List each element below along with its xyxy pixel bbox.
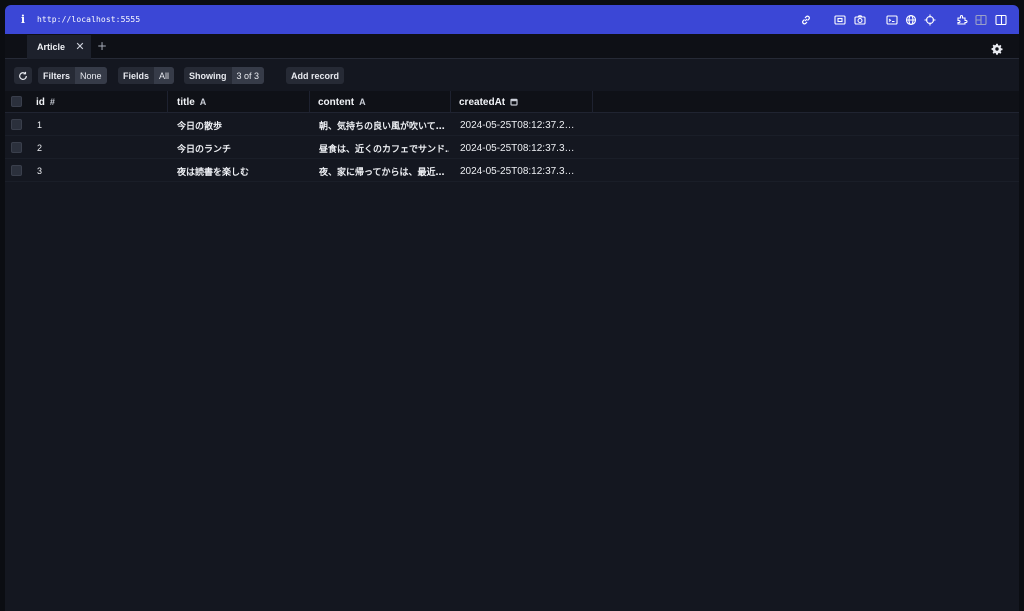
table-row[interactable]: 3 夜は読書を楽しむ 夜、家に帰ってからは、最近… 2024-05-25T08:… xyxy=(5,160,1019,182)
showing-value: 3 of 3 xyxy=(231,67,265,84)
column-header-id[interactable]: id # xyxy=(36,91,166,113)
screenshot-area-icon[interactable] xyxy=(833,13,846,26)
cell-createdat[interactable]: 2024-05-25T08:12:37.3… xyxy=(460,137,590,159)
address-bar: i http://localhost:5555 xyxy=(5,5,1019,34)
column-name: createdAt xyxy=(459,96,506,108)
gear-icon[interactable] xyxy=(991,40,1004,55)
cell-createdat[interactable]: 2024-05-25T08:12:37.2… xyxy=(460,114,590,136)
row-checkbox[interactable] xyxy=(11,142,22,153)
tab-label: Article xyxy=(37,42,66,52)
add-record-label: Add record xyxy=(291,70,340,81)
calendar-icon xyxy=(510,98,518,106)
cell-title[interactable]: 今日の散歩 xyxy=(177,114,307,136)
cell-title[interactable]: 夜は読書を楽しむ xyxy=(177,160,307,182)
showing-button[interactable]: Showing 3 of 3 xyxy=(184,67,265,84)
layout-grid-icon[interactable] xyxy=(974,13,987,26)
table-header: id # title A content A createdAt xyxy=(5,91,1019,113)
tab-article[interactable]: Article ✕ xyxy=(27,35,91,59)
cell-createdat[interactable]: 2024-05-25T08:12:37.3… xyxy=(460,160,590,182)
filters-label: Filters xyxy=(43,70,71,81)
refresh-button[interactable] xyxy=(14,67,32,84)
url-text[interactable]: http://localhost:5555 xyxy=(37,15,140,24)
column-divider[interactable] xyxy=(309,91,310,113)
extension-icon[interactable] xyxy=(955,13,968,26)
column-header-title[interactable]: title A xyxy=(177,91,307,113)
fields-value: All xyxy=(154,67,175,84)
fields-label: Fields xyxy=(123,70,150,81)
close-icon[interactable]: ✕ xyxy=(74,41,86,53)
column-name: content xyxy=(318,96,355,108)
column-divider[interactable] xyxy=(592,91,593,113)
cell-title[interactable]: 今日のランチ xyxy=(177,137,307,159)
filters-value: None xyxy=(75,67,107,84)
text-type-icon: A xyxy=(199,97,207,107)
column-divider[interactable] xyxy=(167,91,168,113)
sidebar-toggle-icon[interactable] xyxy=(994,13,1007,26)
table-row[interactable]: 1 今日の散歩 朝、気持ちの良い風が吹いて… 2024-05-25T08:12:… xyxy=(5,114,1019,136)
cell-content[interactable]: 夜、家に帰ってからは、最近… xyxy=(319,160,449,182)
cell-id[interactable]: 1 xyxy=(37,114,165,136)
cell-id[interactable]: 3 xyxy=(37,160,165,182)
fields-button[interactable]: Fields All xyxy=(118,67,175,84)
camera-icon[interactable] xyxy=(853,13,866,26)
tab-strip: Article ✕ + xyxy=(5,34,1019,59)
link-icon[interactable] xyxy=(799,13,812,26)
refresh-icon xyxy=(19,71,27,80)
add-tab-icon[interactable]: + xyxy=(95,39,109,53)
info-icon[interactable]: i xyxy=(13,13,33,26)
row-checkbox[interactable] xyxy=(11,119,22,130)
add-record-button[interactable]: Add record xyxy=(286,67,345,84)
select-all-checkbox[interactable] xyxy=(11,96,22,107)
terminal-icon[interactable] xyxy=(885,13,898,26)
number-type-icon: # xyxy=(49,97,55,107)
text-type-icon: A xyxy=(359,97,366,107)
cell-id[interactable]: 2 xyxy=(37,137,165,159)
table-row[interactable]: 2 今日のランチ 昼食は、近くのカフェでサンド… 2024-05-25T08:1… xyxy=(5,137,1019,159)
showing-label: Showing xyxy=(189,70,227,81)
cell-content[interactable]: 朝、気持ちの良い風が吹いて… xyxy=(319,114,449,136)
column-name: id xyxy=(36,96,45,108)
column-header-content[interactable]: content A xyxy=(318,91,448,113)
filters-button[interactable]: Filters None xyxy=(38,67,107,84)
crosshair-icon[interactable] xyxy=(923,13,936,26)
column-header-createdat[interactable]: createdAt xyxy=(459,91,591,113)
toolbar: Filters None Fields All Showing 3 of 3 A… xyxy=(5,60,1019,91)
globe-icon[interactable] xyxy=(904,13,917,26)
column-name: title xyxy=(177,96,195,108)
cell-content[interactable]: 昼食は、近くのカフェでサンド… xyxy=(319,137,449,159)
address-bar-actions xyxy=(789,5,1019,34)
column-divider[interactable] xyxy=(450,91,451,113)
row-checkbox[interactable] xyxy=(11,165,22,176)
app-window: i http://localhost:5555 Article ✕ + Filt… xyxy=(5,5,1019,611)
